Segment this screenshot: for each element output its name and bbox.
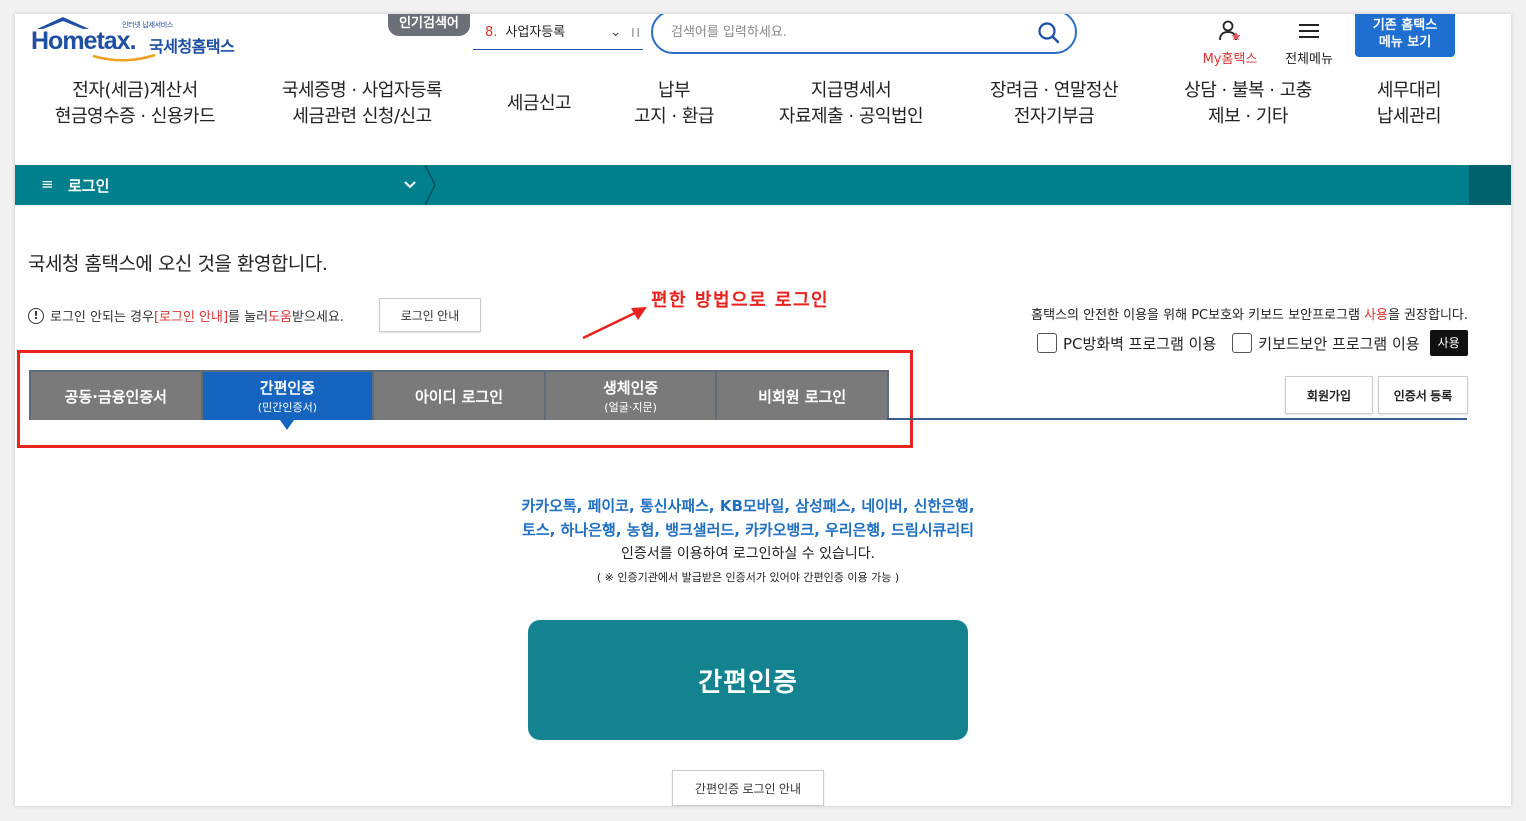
chevron-down-icon[interactable] (403, 174, 417, 194)
info-description: 인증서를 이용하여 로그인하실 수 있습니다. (620, 546, 876, 562)
pc-firewall-checkbox[interactable] (1037, 333, 1057, 353)
security-text-prefix: 홈택스의 안전한 이용을 위해 PC보호와 키보드 보안프로그램 (1031, 308, 1365, 323)
annotation-text: 편한 방법으로 로그인 (649, 286, 839, 313)
popular-search-rolling[interactable]: 8. 사업자등록 ⌄ I I (473, 20, 643, 50)
security-text-suffix: 을 권장합니다. (1387, 308, 1468, 323)
tab-label: 생체인증 (602, 379, 659, 397)
login-method-tabs: 공동·금융인증서 간편인증 (민간인증서) 아이디 로그인 생체인증 (얼굴·지… (29, 370, 889, 430)
hometax-logo[interactable]: 인터넷 납세서비스 Hometax. 국세청홈택스 (31, 16, 246, 64)
logo-swoosh-icon (92, 53, 156, 62)
keyboard-security-option[interactable]: 키보드보안 프로그램 이용 (1232, 333, 1420, 354)
tab-underline (887, 418, 1467, 420)
keyboard-security-label: 키보드보안 프로그램 이용 (1258, 334, 1420, 353)
tab-sublabel: (얼굴·지문) (604, 401, 657, 414)
notice-link: [로그인 안내] (153, 310, 229, 325)
pc-firewall-label: PC방화벽 프로그램 이용 (1063, 334, 1217, 353)
annotation-arrow-icon (582, 307, 647, 340)
user-icon (1219, 20, 1241, 41)
tab-label: 공동·금융인증서 (64, 387, 167, 406)
gnb-tax-return[interactable]: 세금신고 (501, 91, 577, 117)
location-title: 로그인 (68, 177, 110, 195)
tab-guest-login[interactable]: 비회원 로그인 (717, 372, 887, 420)
location-side-tab (1469, 165, 1511, 205)
gnb-tax-agent[interactable]: 세무대리 납세관리 (1371, 78, 1447, 130)
tab-label: 비회원 로그인 (758, 387, 847, 406)
notice-prefix: 로그인 안되는 경우 (50, 310, 154, 325)
all-menu-label: 전체메뉴 (1285, 52, 1333, 67)
location-menu[interactable]: ≡ 로그인 (15, 165, 427, 205)
tab-joint-certificate[interactable]: 공동·금융인증서 (31, 372, 201, 420)
use-security-button[interactable]: 사용 (1429, 330, 1468, 356)
tab-simple-auth[interactable]: 간편인증 (민간인증서) (202, 372, 373, 430)
annotation-label: 편한 방법으로 로그인 (651, 290, 830, 311)
keyboard-security-checkbox[interactable] (1232, 333, 1253, 353)
security-text-red: 사용 (1364, 308, 1388, 323)
welcome-heading: 국세청 홈택스에 오신 것을 환영합니다. (28, 253, 328, 275)
info-note: ( ※ 인증기관에서 발급받은 인증서가 있어야 간편인증 이용 가능 ) (596, 571, 900, 584)
my-hometax-button[interactable]: My홈택스 (1195, 20, 1265, 67)
notice-middle: 를 눌러 (228, 310, 269, 325)
popular-search-tag: 인기검색어 (388, 14, 470, 36)
cert-register-button[interactable]: 인증서 등록 (1378, 376, 1468, 414)
logo-korean: 국세청홈택스 (149, 37, 235, 56)
gnb-incentive[interactable]: 장려금 · 연말정산 전자기부금 (981, 78, 1127, 130)
login-help-notice: ! 로그인 안되는 경우 [로그인 안내] 를 눌러 도움 받으세요. (28, 306, 344, 325)
providers-line1: 카카오톡, 페이코, 통신사패스, KB모바일, 삼성패스, 네이버, 신한은행… (521, 497, 975, 515)
hamburger-icon (1299, 24, 1319, 38)
popular-rank: 8. (485, 25, 498, 40)
simple-auth-guide-button[interactable]: 간편인증 로그인 안내 (672, 770, 824, 806)
pause-icon[interactable]: I I (631, 20, 640, 46)
notice-help: 도움 (268, 310, 292, 325)
global-nav: 전자(세금)계산서 현금영수증 · 신용카드 국세증명 · 사업자등록 세금관련… (15, 78, 1511, 138)
page-frame: 인터넷 납세서비스 Hometax. 국세청홈택스 인기검색어 8. 사업자등록 … (15, 14, 1511, 806)
login-guide-button[interactable]: 로그인 안내 (379, 298, 481, 332)
join-button[interactable]: 회원가입 (1285, 376, 1373, 414)
menu-lines-icon: ≡ (41, 175, 54, 193)
old-hometax-line2: 메뉴 보기 (1378, 35, 1432, 50)
notice-suffix: 받으세요. (291, 310, 344, 325)
pc-firewall-option[interactable]: PC방화벽 프로그램 이용 (1037, 333, 1216, 354)
simple-auth-login-button[interactable]: 간편인증 (528, 620, 968, 740)
security-notice: 홈택스의 안전한 이용을 위해 PC보호와 키보드 보안프로그램 사용을 권장합… (1031, 304, 1468, 323)
search-box (651, 14, 1077, 54)
tab-label: 간편인증 (259, 379, 315, 397)
simple-auth-info: 카카오톡, 페이코, 통신사패스, KB모바일, 삼성패스, 네이버, 신한은행… (448, 494, 1048, 590)
old-hometax-button[interactable]: 기존 홈택스 메뉴 보기 (1355, 14, 1455, 57)
chevron-down-icon[interactable]: ⌄ (610, 20, 621, 46)
gnb-statement[interactable]: 지급명세서 자료제출 · 공익법인 (771, 78, 931, 130)
my-hometax-label: My홈택스 (1202, 52, 1258, 67)
security-options: PC방화벽 프로그램 이용 키보드보안 프로그램 이용 사용 (1037, 330, 1468, 356)
location-bar: ≡ 로그인 (15, 165, 1511, 205)
search-input[interactable] (671, 20, 1021, 44)
gnb-e-invoice[interactable]: 전자(세금)계산서 현금영수증 · 신용카드 (47, 78, 223, 130)
tab-sublabel: (민간인증서) (257, 401, 317, 414)
logo-wordmark: Hometax. (31, 27, 137, 55)
tab-biometric[interactable]: 생체인증 (얼굴·지문) (545, 372, 716, 420)
popular-keyword[interactable]: 사업자등록 (505, 25, 565, 40)
exclamation-icon: ! (28, 307, 44, 324)
search-icon[interactable] (1037, 21, 1061, 45)
old-hometax-line1: 기존 홈택스 (1372, 18, 1438, 33)
gnb-payment[interactable]: 납부 고지 · 환급 (627, 78, 721, 130)
providers-line2: 토스, 하나은행, 농협, 뱅크샐러드, 카카오뱅크, 우리은행, 드림시큐리티 (522, 521, 974, 539)
gnb-counsel[interactable]: 상담 · 불복 · 고충 제보 · 기타 (1175, 78, 1321, 130)
tab-id-login[interactable]: 아이디 로그인 (374, 372, 544, 420)
breadcrumb-separator-icon (424, 165, 436, 205)
gnb-certificate[interactable]: 국세증명 · 사업자등록 세금관련 신청/신고 (273, 78, 451, 130)
all-menu-button[interactable]: 전체메뉴 (1277, 20, 1341, 67)
tab-label: 아이디 로그인 (414, 387, 503, 406)
